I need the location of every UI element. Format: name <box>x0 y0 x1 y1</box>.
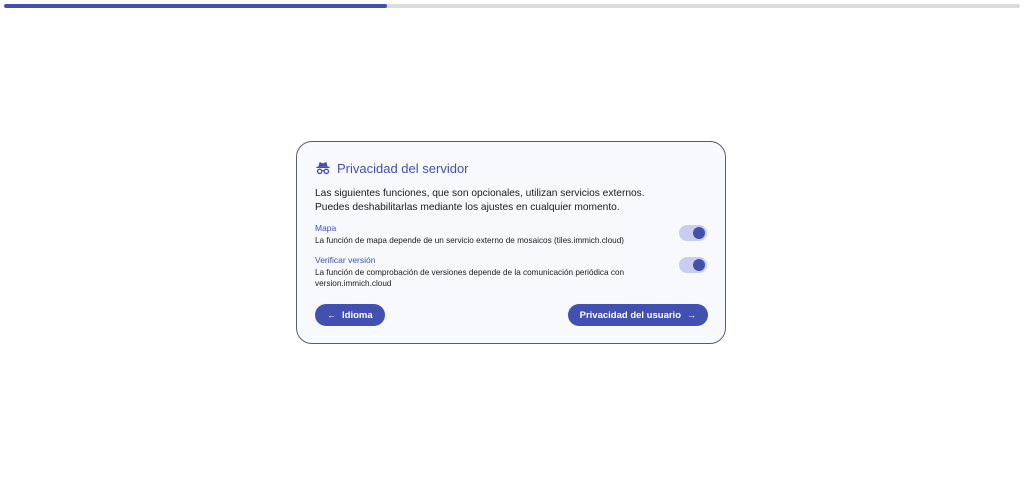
map-toggle[interactable] <box>679 225 707 241</box>
arrow-right-icon: → <box>687 310 696 320</box>
next-button-label: Privacidad del usuario <box>579 309 681 321</box>
setting-version-check: Verificar versión La función de comproba… <box>315 255 707 290</box>
back-language-button[interactable]: ← Idioma <box>315 304 385 326</box>
back-button-label: Idioma <box>342 309 373 321</box>
version-check-toggle-knob <box>693 258 705 271</box>
intro-text: Las siguientes funciones, que son opcion… <box>315 188 645 213</box>
map-toggle-knob <box>693 227 705 239</box>
nav-buttons: ← Idioma Privacidad del usuario → <box>315 304 708 326</box>
progress-bar <box>4 4 1020 8</box>
setting-map-description: La función de mapa depende de un servici… <box>315 236 625 245</box>
progress-bar-fill <box>4 4 388 8</box>
setting-version-check-title: Verificar versión <box>315 254 376 265</box>
card-title: Privacidad del servidor <box>337 160 469 176</box>
next-user-privacy-button[interactable]: Privacidad del usuario → <box>567 304 708 326</box>
server-privacy-card: Privacidad del servidor Las siguientes f… <box>296 141 726 344</box>
setting-map-title: Mapa <box>315 223 337 233</box>
version-check-toggle[interactable] <box>679 256 707 273</box>
arrow-left-icon: ← <box>327 310 336 320</box>
card-header: Privacidad del servidor <box>315 160 707 176</box>
setting-map: Mapa La función de mapa depende de un se… <box>315 223 707 247</box>
incognito-icon <box>315 160 331 176</box>
setting-version-check-description: La función de comprobación de versiones … <box>315 267 625 289</box>
